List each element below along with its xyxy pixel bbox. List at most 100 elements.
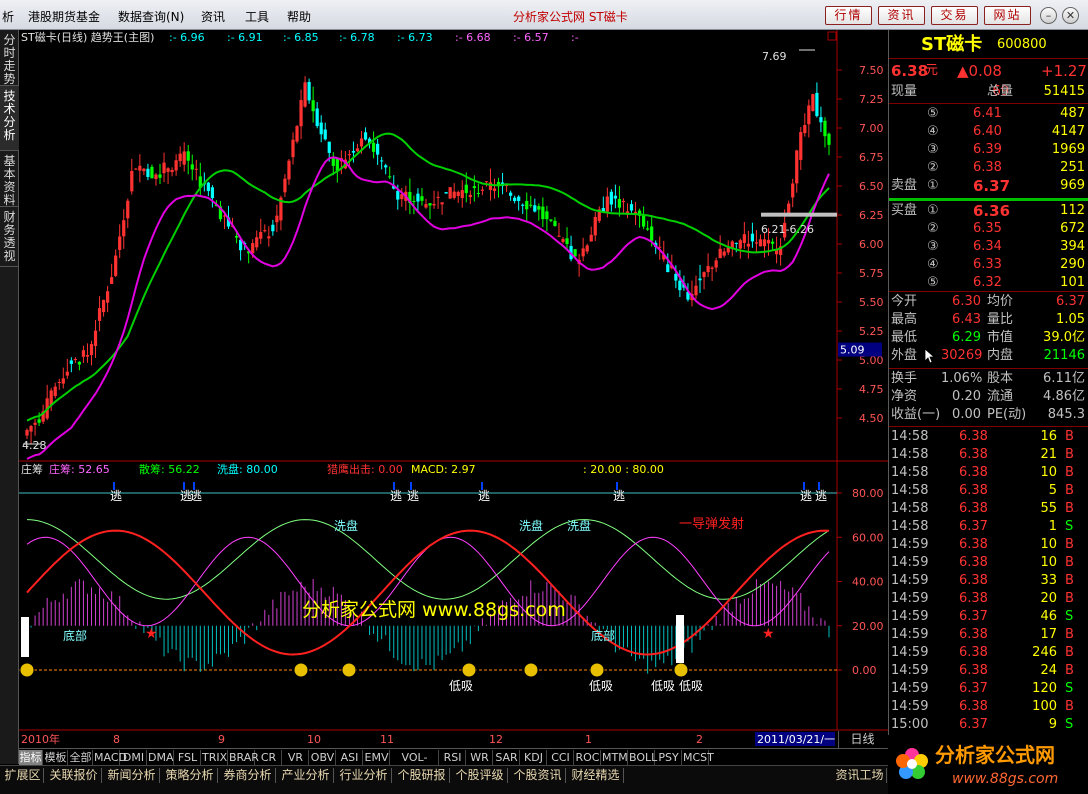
bottom-tab[interactable]: 产业分析 (278, 768, 334, 783)
menu-item-hk-futures-funds[interactable]: 港股期货基金 (28, 8, 100, 25)
bottom-tab[interactable]: 行业分析 (336, 768, 392, 783)
close-icon[interactable]: ✕ (1062, 7, 1079, 24)
stat-label: 流通 (987, 389, 1014, 404)
indicator-tab-mtm[interactable]: MTM (602, 750, 628, 765)
menu-item-data-query[interactable]: 数据查询(N) (118, 8, 184, 25)
period-label[interactable]: 日线 (838, 731, 886, 748)
indicator-tab-sar[interactable]: SAR (494, 750, 520, 765)
candle (674, 273, 678, 281)
tick-row: 14:58 6.38 5 B (889, 482, 1088, 500)
candle (468, 194, 472, 198)
bottom-tab[interactable]: 新闻分析 (104, 768, 160, 783)
last-price: 6.38 (891, 62, 929, 80)
candle (347, 154, 352, 156)
bottom-tab[interactable]: 策略分析 (162, 768, 218, 783)
candle (154, 174, 158, 179)
menu-item-help[interactable]: 帮助 (287, 8, 311, 25)
side-tab-basic-info[interactable]: 基本资料 (0, 151, 19, 207)
indicator-tab-vol-tdx[interactable]: VOL-TDX (391, 750, 439, 779)
indicator-tab-fsl[interactable]: FSL (175, 750, 201, 765)
bottom-tab[interactable]: 个股资讯 (510, 768, 566, 783)
kline-chart-area[interactable]: 7.50 7.25 7.00 6.75 6.50 6.25 6.00 5.75 5.50 5.25… (19, 30, 888, 748)
bottom-tab[interactable]: 个股研报 (394, 768, 450, 783)
tick-time: 14:58 (891, 483, 929, 498)
quote-button[interactable]: 行情 (825, 6, 872, 25)
bottom-tab[interactable]: 券商分析 (220, 768, 276, 783)
candle (210, 187, 215, 199)
candle (803, 125, 807, 134)
menu-item-tools[interactable]: 工具 (245, 8, 269, 25)
trade-button[interactable]: 交易 (931, 6, 978, 25)
bottom-tab[interactable]: 扩展区 (2, 768, 44, 783)
low-price-label: 4.28 (22, 439, 47, 452)
tick-volume: 100 (1032, 699, 1057, 714)
candle (319, 122, 323, 135)
bottom-tab[interactable]: 财经精选 (568, 768, 624, 783)
divider (889, 291, 1088, 292)
indicator-tab-macd[interactable]: MACD (94, 750, 127, 765)
book-volume: 969 (1060, 178, 1085, 193)
indicator-tab-mcst[interactable]: MCST (683, 750, 714, 765)
menu-item-analysis[interactable]: 析 (2, 8, 14, 25)
indicator-tab-boll[interactable]: BOLL (629, 750, 657, 765)
divider (889, 426, 1088, 427)
indicator-tab-模板[interactable]: 模板 (44, 750, 68, 765)
side-tab-technical[interactable]: 技术分析 (0, 86, 19, 151)
cursor-date: 2011/03/21/一 (757, 733, 835, 746)
candle (37, 419, 41, 423)
indicator-tab-wr[interactable]: WR (467, 750, 493, 765)
order-book-row: ③ 6.34 394 (889, 238, 1088, 256)
indicator-tab-rsi[interactable]: RSI (440, 750, 466, 765)
minimize-icon[interactable]: – (1040, 7, 1057, 24)
side-tab-finance[interactable]: 财务透视 (0, 207, 19, 267)
website-button[interactable]: 网站 (984, 6, 1031, 25)
indicator-tab-cr[interactable]: CR (256, 750, 282, 765)
indicator-tab-trix[interactable]: TRIX (202, 750, 228, 765)
tick-side: B (1065, 699, 1074, 714)
candle (323, 129, 327, 140)
tick-row: 14:59 6.37 120 S (889, 680, 1088, 698)
indicator-tab-obv[interactable]: OBV (310, 750, 336, 765)
indicator-tab-roc[interactable]: ROC (575, 750, 601, 765)
indicator-tab-全部[interactable]: 全部 (69, 750, 93, 765)
indicator-tab-dma[interactable]: DMA (148, 750, 174, 765)
candle (545, 211, 549, 220)
side-tab-intraday[interactable]: 分时走势 (0, 30, 19, 86)
main-header-value: :- 6.73 (397, 31, 433, 44)
tick-price: 6.38 (959, 483, 988, 498)
divider (889, 103, 1088, 104)
main-header-value: :- 6.68 (455, 31, 491, 44)
candle (509, 192, 513, 196)
tick-side: B (1065, 537, 1074, 552)
book-level-icon: ① (927, 203, 939, 218)
info-button[interactable]: 资讯 (878, 6, 925, 25)
chart-svg[interactable]: 7.50 7.25 7.00 6.75 6.50 6.25 6.00 5.75 5.50 5.25… (19, 30, 888, 748)
high-price-label: 7.69 (762, 50, 787, 63)
candle (351, 151, 356, 153)
candle (541, 206, 545, 220)
tick-volume: 120 (1032, 681, 1057, 696)
candle (170, 169, 174, 173)
tick-row: 14:59 6.38 17 B (889, 626, 1088, 644)
candle (114, 255, 118, 276)
indicator-tab-brar[interactable]: BRAR (229, 750, 259, 765)
indicator-tab-kdj[interactable]: KDJ (521, 750, 547, 765)
indicator-tab-emv[interactable]: EMV (364, 750, 390, 765)
indicator-tab-vr[interactable]: VR (283, 750, 309, 765)
indicator-tab-dmi[interactable]: DMI (121, 750, 147, 765)
bottom-tab[interactable]: 个股评级 (452, 768, 508, 783)
book-price: 6.33 (973, 257, 1002, 272)
menu-item-info[interactable]: 资讯 (201, 8, 225, 25)
tick-price: 6.38 (959, 447, 988, 462)
stat-label: 外盘 (891, 348, 918, 363)
info-workshop-button[interactable]: 资讯工场 (833, 768, 887, 783)
indicator-tab-psy[interactable]: PSY (656, 750, 682, 765)
tick-time: 14:59 (891, 681, 929, 696)
indicator-tab-cci[interactable]: CCI (548, 750, 574, 765)
indicator-tab-asi[interactable]: ASI (337, 750, 363, 765)
indicator-tab-指标[interactable]: 指标 (19, 750, 43, 765)
candle (621, 200, 626, 203)
buy-label: 低吸 (651, 679, 675, 693)
bottom-tab[interactable]: 关联报价 (46, 768, 102, 783)
sub-header-value: 散筹: 56.22 (139, 462, 200, 476)
